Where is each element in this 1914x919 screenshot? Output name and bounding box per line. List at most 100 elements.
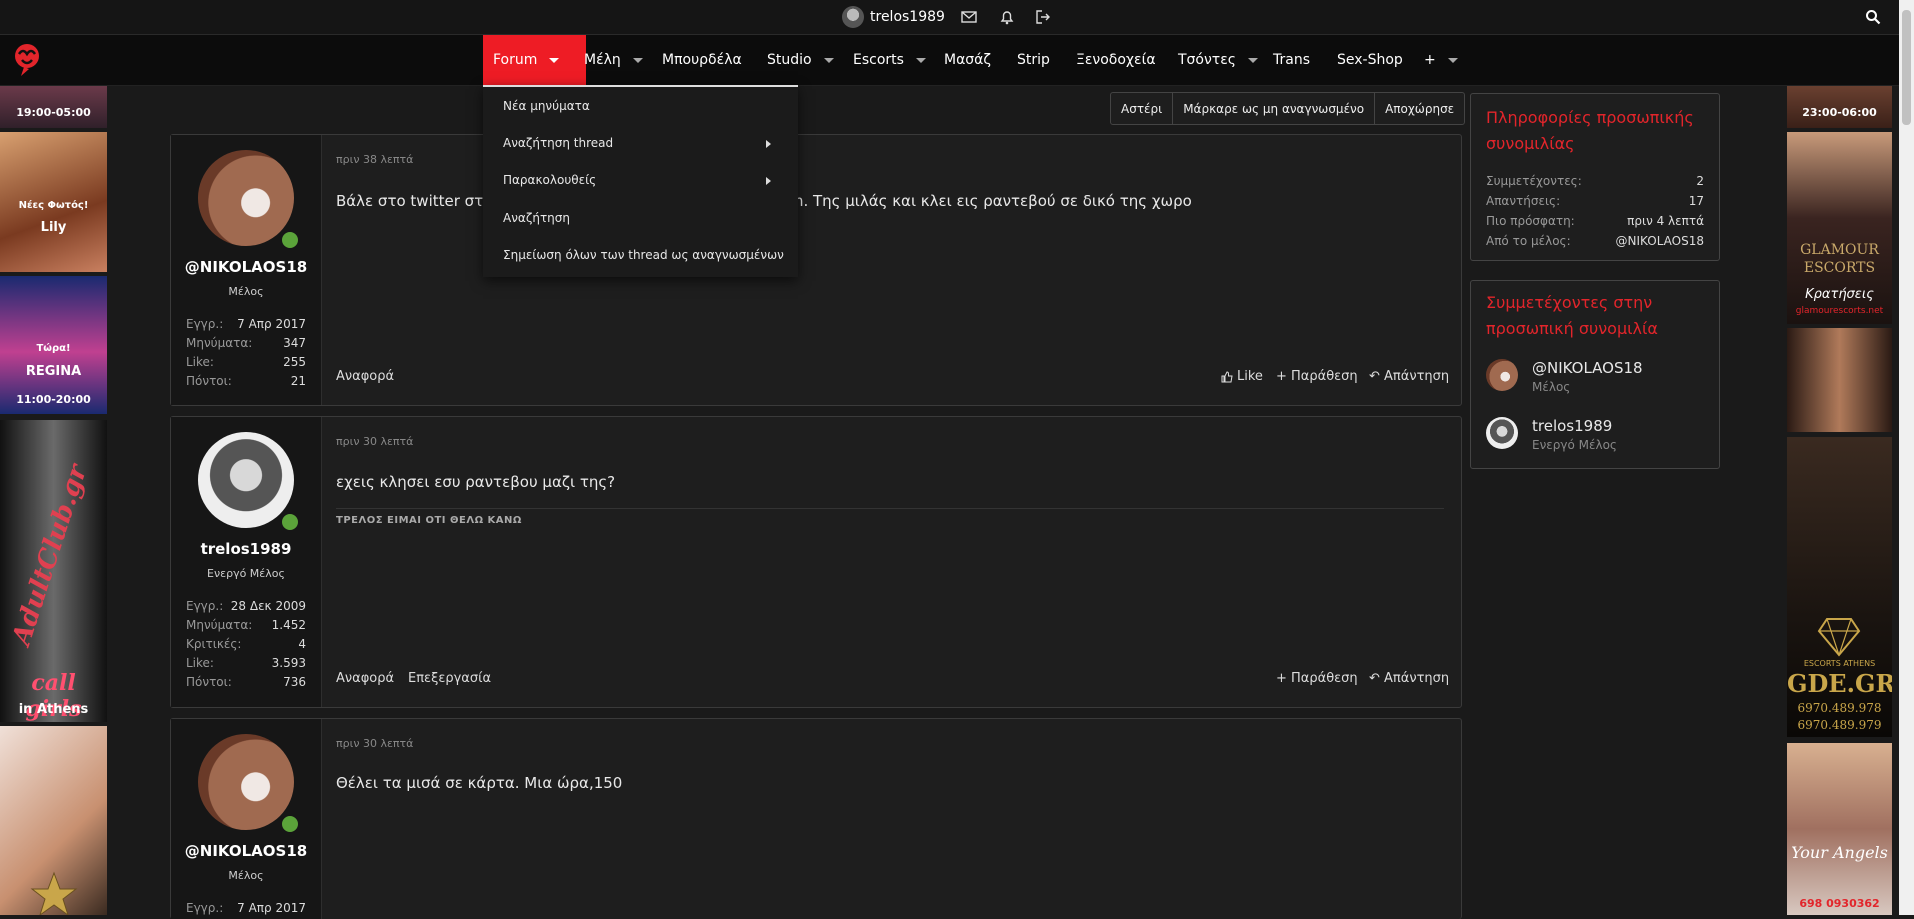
menu-item-search[interactable]: Αναζήτηση — [503, 211, 570, 225]
chevron-down-icon[interactable] — [549, 57, 560, 63]
member-avatar[interactable] — [1486, 417, 1518, 449]
nav-escorts-label: Escorts — [853, 52, 904, 68]
menu-item-search-threads[interactable]: Αναζήτηση thread — [503, 136, 613, 150]
info-label: Πιο πρόσφατη: — [1486, 214, 1575, 228]
user-avatar[interactable] — [198, 150, 294, 246]
ad-left-2[interactable]: Νέες Φωτός! Lily — [0, 132, 107, 272]
nav-studio[interactable]: Studio — [757, 35, 844, 85]
menu-item-new-posts[interactable]: Νέα μηνύματα — [503, 99, 590, 113]
nav-brothels[interactable]: Μπουρδέλα — [652, 35, 752, 85]
stat-label: Μηνύματα: — [186, 618, 253, 632]
nav-forum[interactable]: Forum — [483, 35, 586, 85]
scrollbar-thumb[interactable] — [1902, 10, 1911, 125]
nav-studio-label: Studio — [767, 52, 812, 68]
ad-text: GLAMOUR — [1800, 242, 1879, 258]
ad-left-3[interactable]: Τώρα! REGINA 11:00-20:00 — [0, 276, 107, 414]
menu-item-mark-all-read[interactable]: Σημείωση όλων των thread ως αναγνωσμένων — [503, 248, 784, 262]
info-label: Από το μέλος: — [1486, 234, 1571, 248]
quote-button[interactable]: + Παράθεση — [1276, 671, 1358, 686]
nav-strip[interactable]: Strip — [1007, 35, 1060, 85]
leave-button[interactable]: Αποχώρησε — [1374, 93, 1464, 124]
nav-sexshop[interactable]: Sex-Shop — [1327, 35, 1413, 85]
chevron-right-icon[interactable] — [766, 140, 771, 148]
member-name[interactable]: @NIKOLAOS18 — [1532, 359, 1643, 377]
vertical-scrollbar[interactable] — [1899, 0, 1914, 915]
post: trelos1989 Ενεργό Μέλος Εγγρ.: 28 Δεκ 200… — [170, 416, 1462, 708]
chevron-down-icon[interactable] — [1447, 57, 1458, 63]
post-timestamp[interactable]: πριν 30 λεπτά — [336, 435, 413, 448]
nav-videos[interactable]: Τσόντες — [1168, 35, 1268, 85]
reply-button[interactable]: ↶ Απάντηση — [1369, 671, 1449, 686]
ad-right-1[interactable]: 23:00-06:00 — [1787, 86, 1892, 128]
participants-title: Συμμετέχοντες στην προσωπική συνομιλία — [1486, 293, 1658, 338]
ad-right-5[interactable]: Your Angels 698 0930362 — [1787, 743, 1892, 915]
participant-item[interactable]: trelos1989 Ενεργό Μέλος — [1486, 417, 1617, 452]
nav-members[interactable]: Μέλη — [574, 35, 653, 85]
quote-button[interactable]: + Παράθεση — [1276, 369, 1358, 384]
like-button[interactable]: Like — [1221, 369, 1263, 384]
member-avatar[interactable] — [1486, 359, 1518, 391]
post-timestamp[interactable]: πριν 30 λεπτά — [336, 737, 413, 750]
star-icon — [30, 871, 78, 915]
chevron-down-icon[interactable] — [632, 57, 643, 63]
chevron-right-icon[interactable] — [766, 177, 771, 185]
ad-text: 11:00-20:00 — [16, 393, 91, 406]
post-signature: ΤΡΕΛΟΣ ΕΙΜΑΙ ΟΤΙ ΘΕΛΩ ΚΑΝΩ — [336, 515, 522, 526]
diamond-icon — [1817, 618, 1861, 657]
ad-text: 6970.489.979 — [1797, 718, 1882, 732]
report-link[interactable]: Αναφορά — [336, 671, 394, 686]
menu-item-watched[interactable]: Παρακολουθείς — [503, 173, 596, 187]
envelope-icon[interactable] — [960, 8, 978, 26]
stat-row: Like: 3.593 — [186, 656, 306, 670]
stat-label: Εγγρ.: — [186, 599, 224, 613]
ad-text: glamourescorts.net — [1795, 306, 1884, 316]
nav-trans[interactable]: Trans — [1263, 35, 1320, 85]
user-menu[interactable]: trelos1989 — [842, 6, 945, 28]
nav-forum-label: Forum — [493, 52, 538, 68]
nav-escorts[interactable]: Escorts — [843, 35, 936, 85]
search-icon[interactable] — [1864, 8, 1882, 26]
like-label: Like — [1237, 369, 1263, 384]
ad-right-2[interactable]: GLAMOUR ESCORTS Κρατήσεις glamourescorts… — [1787, 132, 1892, 324]
post-user-role: Ενεργό Μέλος — [207, 567, 285, 580]
ad-left-5[interactable] — [0, 726, 107, 915]
ad-left-1[interactable]: 19:00-05:00 — [0, 86, 107, 128]
post-username[interactable]: trelos1989 — [171, 540, 321, 558]
stat-row: Πόντοι: 736 — [186, 675, 306, 689]
info-value[interactable]: @NIKOLAOS18 — [1616, 234, 1704, 248]
stat-value: 28 Δεκ 2009 — [230, 599, 306, 613]
member-name[interactable]: trelos1989 — [1532, 417, 1617, 435]
chevron-down-icon[interactable] — [915, 57, 926, 63]
mark-unread-button[interactable]: Μάρκαρε ως μη αναγνωσμένο — [1172, 93, 1374, 124]
thread-actions: Αστέρι Μάρκαρε ως μη αναγνωσμένο Αποχώρη… — [1110, 92, 1466, 125]
ad-right-3[interactable] — [1787, 328, 1892, 432]
ad-left-4[interactable]: AdultClub.gr call girls in Athens — [0, 420, 107, 722]
stat-value: 4 — [298, 637, 306, 651]
stat-value: 347 — [283, 336, 306, 350]
stat-row: Μηνύματα: 1.452 — [186, 618, 306, 632]
star-button[interactable]: Αστέρι — [1111, 93, 1172, 124]
post-timestamp[interactable]: πριν 38 λεπτά — [336, 153, 413, 166]
ad-text: 6970.489.978 — [1797, 701, 1882, 715]
bell-icon[interactable] — [998, 8, 1016, 26]
report-link[interactable]: Αναφορά — [336, 369, 394, 384]
chevron-down-icon[interactable] — [1248, 57, 1259, 63]
user-avatar[interactable] — [198, 432, 294, 528]
ad-text: Νέες Φωτός! — [18, 200, 89, 211]
nav-strip-label: Strip — [1017, 52, 1050, 68]
user-avatar[interactable] — [198, 734, 294, 830]
reply-button[interactable]: ↶ Απάντηση — [1369, 369, 1449, 384]
ad-right-4[interactable]: ESCORTS ATHENS GDE.GR 6970.489.978 6970.… — [1787, 437, 1892, 737]
conversation-info-box: Πληροφορίες προσωπικής συνομιλίας Συμμετ… — [1470, 93, 1720, 261]
site-logo[interactable] — [12, 40, 44, 78]
nav-hotels[interactable]: Ξενοδοχεία — [1066, 35, 1166, 85]
chevron-down-icon[interactable] — [823, 57, 834, 63]
logout-icon[interactable] — [1034, 8, 1052, 26]
nav-more[interactable]: + — [1414, 35, 1468, 85]
post-username[interactable]: @NIKOLAOS18 — [171, 842, 321, 860]
post-username[interactable]: @NIKOLAOS18 — [171, 258, 321, 276]
nav-massage[interactable]: Μασάζ — [934, 35, 1001, 85]
participant-item[interactable]: @NIKOLAOS18 Μέλος — [1486, 359, 1643, 394]
stat-value: 1.452 — [271, 618, 306, 632]
edit-link[interactable]: Επεξεργασία — [408, 671, 491, 686]
